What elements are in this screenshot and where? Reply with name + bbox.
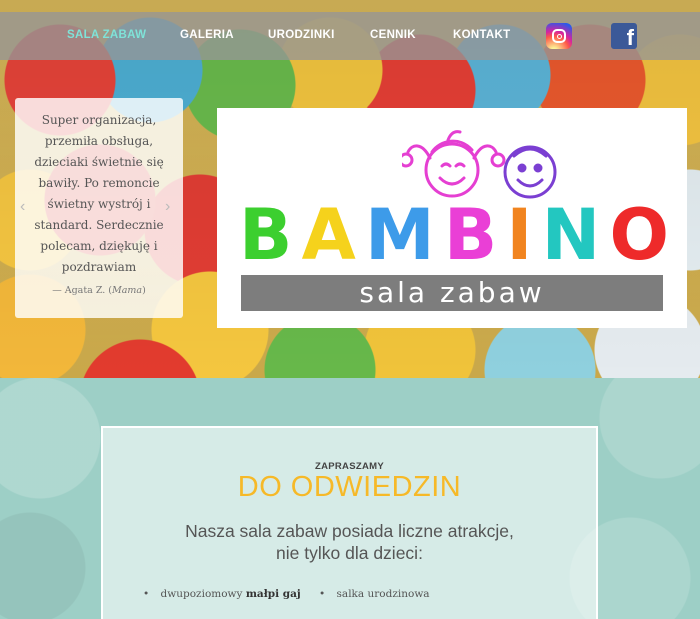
list-item: dwupoziomowy małpi gaj <box>143 588 301 600</box>
logo-letter: N <box>541 194 601 276</box>
nav-item-galeria[interactable]: GALERIA <box>180 29 234 41</box>
children-faces-logo <box>402 130 557 199</box>
testimonial-author-name: — Agata Z. <box>52 285 106 296</box>
testimonial-quote: Super organizacja, przemiła obsługa, dzi… <box>34 113 164 274</box>
logo-letter: B <box>443 194 498 276</box>
nav-item-sala-zabaw[interactable]: SALA ZABAW <box>67 29 146 41</box>
intro-section: ZAPRASZAMY DO ODWIEDZIN Nasza sala zabaw… <box>0 378 700 619</box>
feature-text: salka urodzinowa <box>336 588 430 600</box>
list-item: salka urodzinowa <box>319 588 430 600</box>
top-nav: SALA ZABAW GALERIA URODZINKI CENNIK KONT… <box>0 12 700 60</box>
testimonial-author: — Agata Z. (Mama) <box>52 285 146 296</box>
nav-item-kontakt[interactable]: KONTAKT <box>453 29 510 41</box>
nav-item-urodzinki[interactable]: URODZINKI <box>268 29 335 41</box>
testimonial-author-role: Mama <box>112 285 143 296</box>
feature-text: dwupoziomowy <box>160 588 246 600</box>
facebook-icon[interactable]: f <box>611 23 637 49</box>
instagram-icon[interactable] <box>546 23 572 49</box>
logo-letter: O <box>609 194 669 276</box>
intro-panel: ZAPRASZAMY DO ODWIEDZIN Nasza sala zabaw… <box>101 426 598 619</box>
nav-item-cennik[interactable]: CENNIK <box>370 29 416 41</box>
chevron-right-icon[interactable]: › <box>165 198 170 216</box>
testimonial-card: Super organizacja, przemiła obsługa, dzi… <box>15 98 183 318</box>
logo-card: B A M B I N O sala zabaw <box>217 108 687 328</box>
logo-letter: M <box>364 194 435 276</box>
logo-letter: B <box>239 194 293 276</box>
intro-lead-line: Nasza sala zabaw posiada liczne atrakcje… <box>185 521 514 541</box>
chevron-left-icon[interactable]: ‹ <box>20 198 25 216</box>
logo-wordmark: B A M B I N O <box>239 196 669 274</box>
intro-lead: Nasza sala zabaw posiada liczne atrakcje… <box>103 520 596 564</box>
intro-headline: DO ODWIEDZIN <box>237 471 462 503</box>
logo-letter: A <box>301 194 356 276</box>
logo-subtitle: sala zabaw <box>241 275 663 311</box>
logo-letter: I <box>506 194 533 276</box>
intro-lead-line: nie tylko dla dzieci: <box>276 543 423 563</box>
feature-bold: małpi gaj <box>245 588 301 600</box>
